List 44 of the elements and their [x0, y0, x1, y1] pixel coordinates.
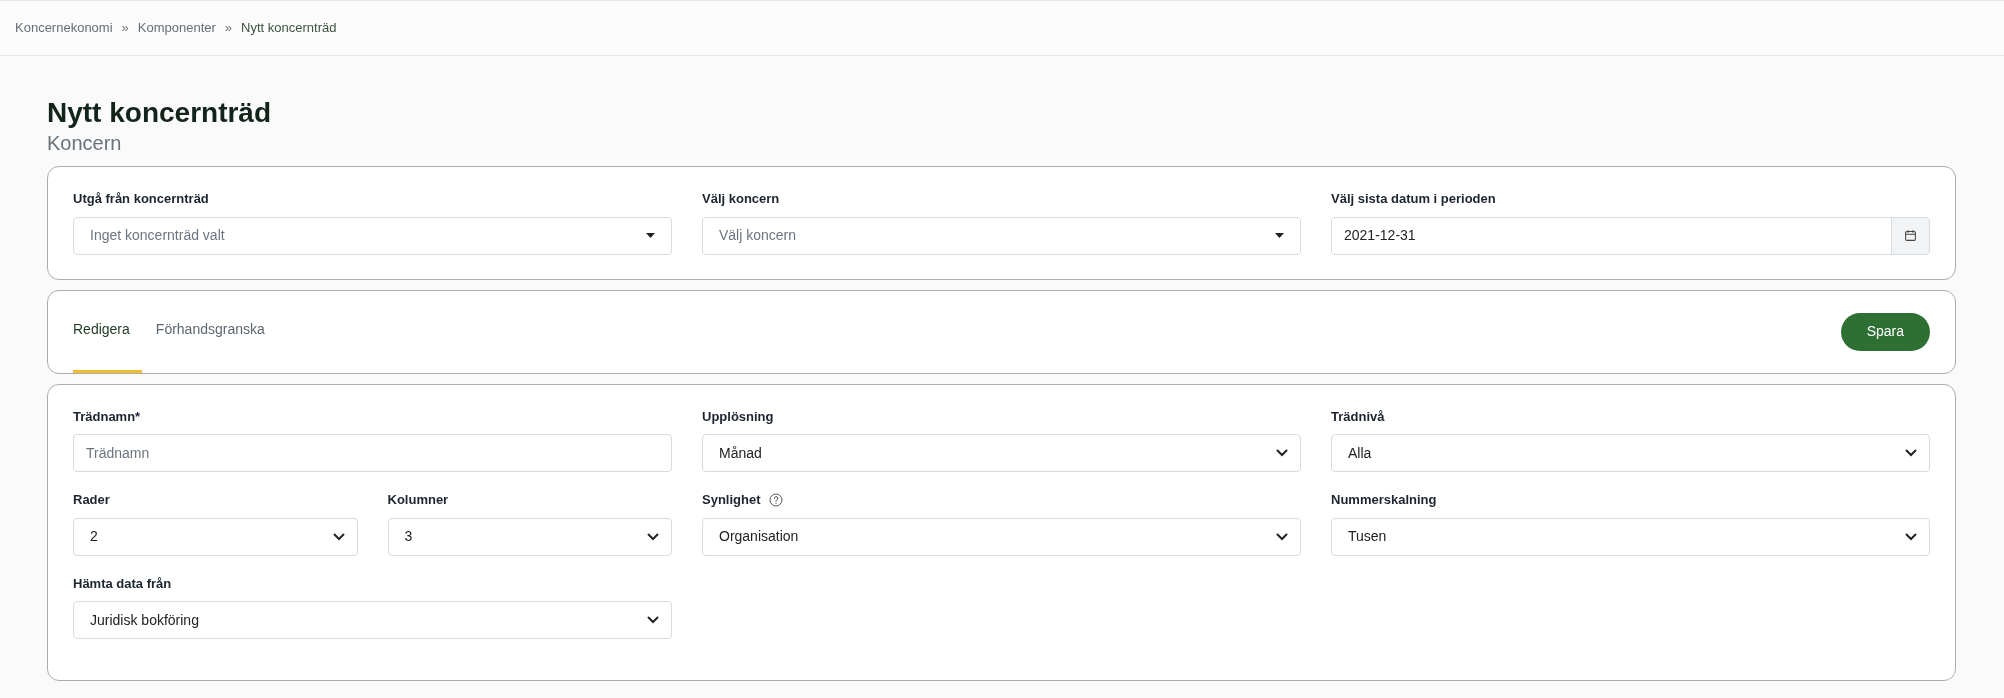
- select-field[interactable]: Organisation: [702, 517, 1301, 556]
- select-field[interactable]: 2: [73, 517, 358, 556]
- input-field[interactable]: Trädnamn: [73, 434, 672, 472]
- save-button[interactable]: Spara: [1840, 312, 1930, 351]
- select-field[interactable]: Tusen: [1331, 517, 1930, 556]
- select-field[interactable]: Juridisk bokföring: [73, 601, 672, 639]
- select-field[interactable]: 3: [387, 517, 672, 556]
- chevron-down-icon: [1276, 449, 1288, 457]
- field-label: Trädnamn*: [73, 407, 141, 426]
- breadcrumb-link[interactable]: Nytt koncernträd: [241, 18, 337, 38]
- help-icon[interactable]: [768, 492, 783, 507]
- caret-down-icon: [1275, 233, 1284, 238]
- chevron-down-icon: [1905, 532, 1917, 541]
- dropdown-field[interactable]: Välj koncern: [702, 216, 1301, 255]
- breadcrumb-link[interactable]: Koncernekonomi: [15, 18, 113, 38]
- field-label: Utgå från koncernträd: [73, 190, 209, 208]
- date-field[interactable]: 2021-12-31: [1331, 216, 1930, 255]
- select-field[interactable]: Alla: [1331, 434, 1930, 472]
- field-label: Upplösning: [702, 407, 774, 426]
- select-field[interactable]: Månad: [702, 434, 1301, 472]
- breadcrumb-link[interactable]: Komponenter: [137, 18, 216, 38]
- field-label: Trädnivå: [1331, 407, 1385, 426]
- page-subtitle: Koncern: [47, 131, 123, 156]
- tab[interactable]: Förhandsgranska: [143, 289, 277, 373]
- field-label: Välj koncern: [702, 190, 780, 208]
- dropdown-field[interactable]: Inget koncernträd valt: [73, 216, 672, 255]
- field-label: Nummerskalning: [1331, 491, 1437, 509]
- field-label: Kolumner: [387, 491, 449, 509]
- breadcrumb-separator: »: [224, 19, 233, 38]
- field-label: Hämta data från: [73, 574, 172, 593]
- tab[interactable]: Redigera: [73, 289, 142, 373]
- field-label: Rader: [73, 491, 110, 509]
- field-label: Synlighet: [702, 491, 761, 509]
- caret-down-icon: [646, 233, 655, 238]
- chevron-down-icon: [647, 532, 659, 541]
- chevron-down-icon: [647, 616, 659, 624]
- chevron-down-icon: [332, 532, 345, 541]
- chevron-down-icon: [1905, 449, 1917, 457]
- page-title: Nytt koncernträd: [47, 96, 273, 130]
- field-label: Välj sista datum i perioden: [1331, 190, 1496, 208]
- breadcrumb-separator: »: [121, 19, 129, 38]
- calendar-button[interactable]: [1891, 217, 1929, 254]
- chevron-down-icon: [1276, 532, 1288, 541]
- calendar-icon: [1904, 229, 1917, 242]
